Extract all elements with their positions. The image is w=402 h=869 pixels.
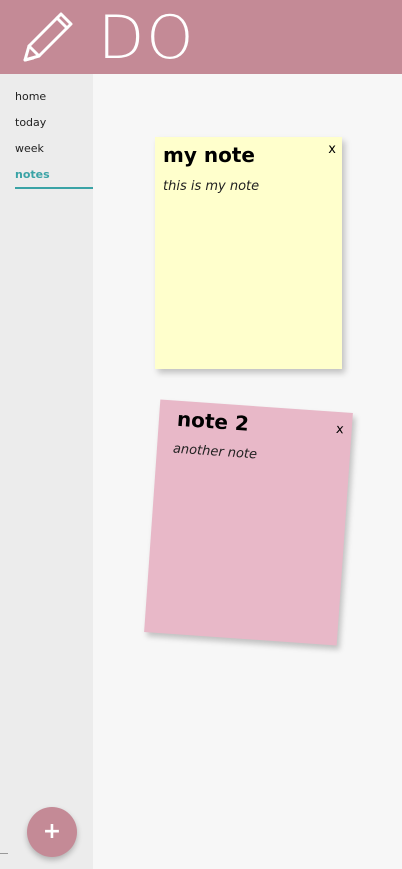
sidebar-item-notes[interactable]: notes [15, 168, 50, 181]
pencil-icon [23, 12, 73, 62]
note-title[interactable]: note 2 [176, 407, 249, 436]
sticky-note[interactable]: note 2 x another note [144, 399, 353, 646]
close-note-button[interactable]: x [335, 422, 344, 438]
plus-icon: + [42, 819, 62, 844]
sidebar-item-home[interactable]: home [15, 90, 46, 103]
note-body[interactable]: this is my note [163, 179, 259, 194]
note-title[interactable]: my note [163, 143, 255, 167]
add-note-button[interactable]: + [27, 807, 77, 857]
app-logo-text: DO [98, 3, 196, 73]
sidebar: home today week notes [0, 74, 93, 869]
note-body[interactable]: another note [172, 442, 257, 463]
close-note-button[interactable]: x [328, 142, 336, 157]
app-header: DO [0, 0, 402, 74]
divider [0, 853, 8, 854]
sidebar-item-today[interactable]: today [15, 116, 46, 129]
sidebar-item-week[interactable]: week [15, 142, 44, 155]
sticky-note[interactable]: my note x this is my note [155, 137, 342, 369]
active-tab-underline [15, 187, 93, 189]
